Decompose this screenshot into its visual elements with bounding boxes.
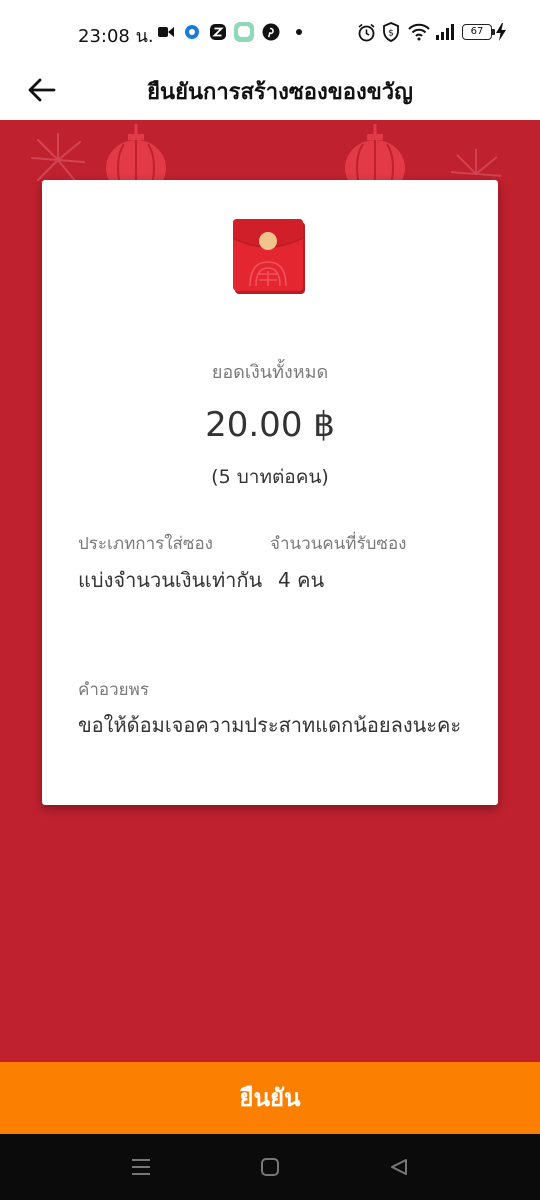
home-square-icon: [261, 1158, 279, 1176]
vpn-shield-icon: $: [382, 22, 400, 42]
arrow-left-icon: [28, 78, 56, 102]
recipients-value: 4 คน: [278, 568, 325, 592]
envelope-type-value: แบ่งจำนวนเงินเท่ากัน: [78, 568, 263, 592]
blessing-message-value: ขอให้ด้อมเจอความประสาทแดกน้อยลงนะคะ: [78, 713, 462, 737]
nav-home-button[interactable]: [255, 1154, 285, 1180]
triangle-back-icon: [391, 1159, 407, 1175]
battery-tip: [492, 29, 495, 35]
lantern-decoration-icon: [106, 124, 166, 186]
wifi-icon: [408, 22, 430, 42]
app-circle-icon: [184, 22, 200, 42]
total-amount-value: 20.00 ฿: [205, 405, 335, 445]
page-title: ยืนยันการสร้างซองของขวัญ: [147, 80, 413, 105]
status-time: 23:08 น.: [78, 26, 154, 47]
line-app-icon: [234, 22, 254, 42]
confirm-button[interactable]: ยืนยัน: [0, 1062, 540, 1134]
blessing-message-label: คำอวยพร: [78, 680, 149, 700]
gift-envelope-summary-card: ยอดเงินทั้งหมด 20.00 ฿ (5 บาทต่อคน) ประเ…: [42, 180, 498, 805]
dot-icon: [296, 22, 302, 42]
recipients-label: จำนวนคนที่รับซอง: [270, 534, 407, 554]
svg-text:$: $: [388, 29, 394, 39]
nav-menu-button[interactable]: [126, 1154, 156, 1180]
app-header: ยืนยันการสร้างซองของขวัญ: [0, 62, 540, 120]
signal-icon: [436, 22, 456, 42]
alarm-icon: [357, 22, 376, 42]
red-envelope-icon: [233, 219, 305, 294]
menu-icon: [132, 1159, 150, 1175]
battery-indicator: 67: [462, 24, 492, 40]
amount-per-person: (5 บาทต่อคน): [211, 466, 329, 488]
status-bar: 23:08 น. $ 67: [0, 0, 540, 62]
video-camera-icon: [158, 22, 174, 42]
system-navigation-bar: [0, 1134, 540, 1200]
total-amount-label: ยอดเงินทั้งหมด: [211, 362, 329, 383]
envelope-type-label: ประเภทการใส่ซอง: [78, 534, 213, 554]
back-button[interactable]: [22, 70, 62, 110]
charging-bolt-icon: [496, 22, 506, 42]
z-app-icon: [210, 22, 226, 42]
lantern-decoration-icon: [345, 124, 405, 186]
pinterest-icon: [262, 22, 280, 42]
nav-back-button[interactable]: [384, 1154, 414, 1180]
